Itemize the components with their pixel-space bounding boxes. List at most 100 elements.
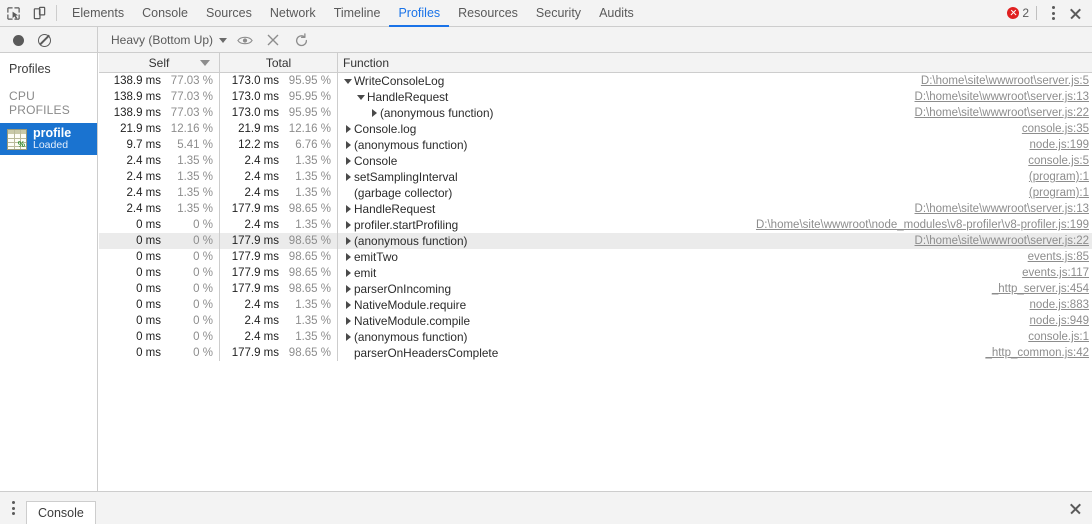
function-name: (anonymous function) xyxy=(354,138,468,152)
view-mode-select[interactable]: Heavy (Bottom Up) xyxy=(107,30,231,50)
table-row[interactable]: 0 ms 0 % 177.9 ms 98.65 % emitTwo events.js:8… xyxy=(99,249,1092,265)
source-link[interactable]: D:\home\site\wwwroot\server.js:5 xyxy=(921,75,1089,87)
table-row[interactable]: 2.4 ms 1.35 % 2.4 ms 1.35 % setSamplingInter… xyxy=(99,169,1092,185)
chevron-right-icon[interactable] xyxy=(342,333,354,341)
close-icon[interactable] xyxy=(1058,492,1092,524)
tab-elements[interactable]: Elements xyxy=(63,1,133,27)
cell-total: 173.0 ms 95.95 % xyxy=(220,73,338,89)
source-link[interactable]: node.js:883 xyxy=(1030,299,1089,311)
source-link[interactable]: console.js:5 xyxy=(1028,155,1089,167)
column-header-self[interactable]: Self xyxy=(99,53,220,72)
table-row[interactable]: 138.9 ms 77.03 % 173.0 ms 95.95 % HandleRequ… xyxy=(99,89,1092,105)
source-link[interactable]: D:\home\site\wwwroot\server.js:13 xyxy=(915,203,1089,215)
tab-sources[interactable]: Sources xyxy=(197,1,261,27)
tab-console[interactable]: Console xyxy=(133,1,197,27)
cell-total: 12.2 ms 6.76 % xyxy=(220,137,338,153)
column-header-function[interactable]: Function xyxy=(338,53,1092,72)
self-percent: 1.35 % xyxy=(177,187,213,199)
chevron-right-icon[interactable] xyxy=(368,109,380,117)
source-link[interactable]: _http_server.js:454 xyxy=(992,283,1089,295)
source-link[interactable]: D:\home\site\wwwroot\server.js:22 xyxy=(915,107,1089,119)
table-row[interactable]: 2.4 ms 1.35 % 2.4 ms 1.35 % Console console.j… xyxy=(99,153,1092,169)
record-circle-icon[interactable] xyxy=(7,29,29,51)
chevron-down-icon[interactable] xyxy=(342,78,354,84)
source-link[interactable]: console.js:35 xyxy=(1022,123,1089,135)
source-link[interactable]: node.js:949 xyxy=(1030,315,1089,327)
chevron-right-icon[interactable] xyxy=(342,253,354,261)
table-row[interactable]: 138.9 ms 77.03 % 173.0 ms 95.95 % WriteConso… xyxy=(99,73,1092,89)
table-row[interactable]: 0 ms 0 % 2.4 ms 1.35 % NativeModule.compile n… xyxy=(99,313,1092,329)
table-row[interactable]: 0 ms 0 % 2.4 ms 1.35 % profiler.startProfili… xyxy=(99,217,1092,233)
self-percent: 1.35 % xyxy=(177,171,213,183)
toolbar-divider xyxy=(56,5,57,21)
chevron-right-icon[interactable] xyxy=(342,221,354,229)
table-row[interactable]: 0 ms 0 % 2.4 ms 1.35 % (anonymous function) c… xyxy=(99,329,1092,345)
chevron-right-icon[interactable] xyxy=(342,317,354,325)
table-row[interactable]: 0 ms 0 % 177.9 ms 98.65 % (anonymous functio… xyxy=(99,233,1092,249)
source-link[interactable]: (program):1 xyxy=(1029,187,1089,199)
close-icon[interactable] xyxy=(1062,0,1088,26)
cell-function: HandleRequest D:\home\site\wwwroot\server… xyxy=(338,89,1092,105)
source-link[interactable]: events.js:117 xyxy=(1022,267,1089,279)
total-ms: 177.9 ms xyxy=(231,251,279,263)
source-link[interactable]: (program):1 xyxy=(1029,171,1089,183)
restore-refresh-icon[interactable] xyxy=(287,28,315,52)
eye-focus-icon[interactable] xyxy=(231,28,259,52)
column-header-total[interactable]: Total xyxy=(220,53,338,72)
total-percent: 95.95 % xyxy=(288,107,331,119)
table-row[interactable]: 0 ms 0 % 177.9 ms 98.65 % emit events.js:117 xyxy=(99,265,1092,281)
table-row[interactable]: 0 ms 0 % 177.9 ms 98.65 % parserOnHeadersCom… xyxy=(99,345,1092,361)
sidebar-item-profile[interactable]: % profile Loaded xyxy=(0,123,97,155)
tab-audits[interactable]: Audits xyxy=(590,1,643,27)
chevron-right-icon[interactable] xyxy=(342,285,354,293)
source-link[interactable]: D:\home\site\wwwroot\server.js:22 xyxy=(915,235,1089,247)
cell-total: 2.4 ms 1.35 % xyxy=(220,329,338,345)
inspect-element-icon[interactable] xyxy=(0,0,26,26)
table-row[interactable]: 2.4 ms 1.35 % 2.4 ms 1.35 % (garbage collect… xyxy=(99,185,1092,201)
chevron-down-icon[interactable] xyxy=(355,94,367,100)
function-name: parserOnHeadersComplete xyxy=(354,346,499,360)
self-ms: 2.4 ms xyxy=(126,171,161,183)
exclude-x-icon[interactable] xyxy=(259,28,287,52)
source-link[interactable]: console.js:1 xyxy=(1028,331,1089,343)
cell-total: 177.9 ms 98.65 % xyxy=(220,345,338,361)
self-ms: 138.9 ms xyxy=(113,91,161,103)
toggle-device-toolbar-icon[interactable] xyxy=(26,0,52,26)
function-name: parserOnIncoming xyxy=(354,282,452,296)
chevron-right-icon[interactable] xyxy=(342,269,354,277)
source-link[interactable]: D:\home\site\wwwroot\node_modules\v8-pro… xyxy=(756,219,1089,231)
source-link[interactable]: node.js:199 xyxy=(1030,139,1089,151)
table-row[interactable]: 9.7 ms 5.41 % 12.2 ms 6.76 % (anonymous func… xyxy=(99,137,1092,153)
tab-resources[interactable]: Resources xyxy=(449,1,527,27)
chevron-right-icon[interactable] xyxy=(342,157,354,165)
cell-total: 2.4 ms 1.35 % xyxy=(220,313,338,329)
table-row[interactable]: 138.9 ms 77.03 % 173.0 ms 95.95 % (anonymous… xyxy=(99,105,1092,121)
toolbar-divider xyxy=(1036,6,1037,20)
chevron-right-icon[interactable] xyxy=(342,173,354,181)
tab-timeline[interactable]: Timeline xyxy=(325,1,390,27)
tab-profiles[interactable]: Profiles xyxy=(389,1,450,27)
chevron-right-icon[interactable] xyxy=(342,205,354,213)
total-ms: 173.0 ms xyxy=(231,107,279,119)
chevron-right-icon[interactable] xyxy=(342,301,354,309)
table-row[interactable]: 0 ms 0 % 177.9 ms 98.65 % parserOnIncoming _h… xyxy=(99,281,1092,297)
tab-network[interactable]: Network xyxy=(261,1,325,27)
chevron-right-icon[interactable] xyxy=(342,125,354,133)
self-ms: 0 ms xyxy=(136,283,161,295)
table-row[interactable]: 21.9 ms 12.16 % 21.9 ms 12.16 % Console.log c… xyxy=(99,121,1092,137)
source-link[interactable]: events.js:85 xyxy=(1028,251,1089,263)
drawer-tab-console[interactable]: Console xyxy=(26,500,96,524)
chevron-right-icon[interactable] xyxy=(342,141,354,149)
source-link[interactable]: _http_common.js:42 xyxy=(985,347,1089,359)
tab-security[interactable]: Security xyxy=(527,1,590,27)
kebab-menu-icon[interactable] xyxy=(1044,3,1062,23)
error-count-badge[interactable]: 2 xyxy=(1007,6,1029,20)
clear-no-entry-icon[interactable] xyxy=(33,29,55,51)
table-row[interactable]: 0 ms 0 % 2.4 ms 1.35 % NativeModule.require n… xyxy=(99,297,1092,313)
table-row[interactable]: 2.4 ms 1.35 % 177.9 ms 98.65 % HandleRequest… xyxy=(99,201,1092,217)
kebab-menu-icon[interactable] xyxy=(0,492,26,524)
chevron-right-icon[interactable] xyxy=(342,237,354,245)
function-name: (anonymous function) xyxy=(380,106,494,120)
cell-self: 138.9 ms 77.03 % xyxy=(99,89,220,105)
source-link[interactable]: D:\home\site\wwwroot\server.js:13 xyxy=(915,91,1089,103)
